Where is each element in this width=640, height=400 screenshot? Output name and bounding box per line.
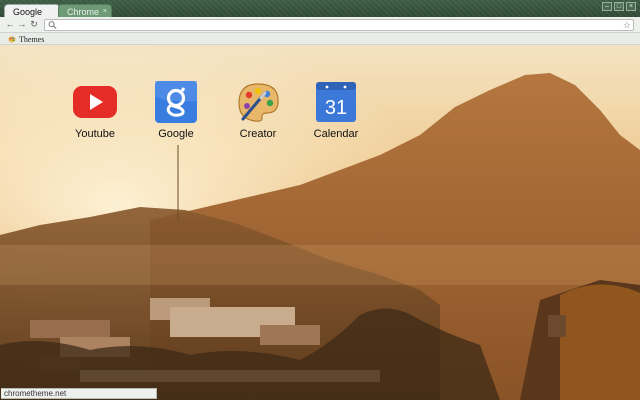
app-calendar[interactable]: 31 Calendar (301, 79, 371, 140)
bookmark-star-icon[interactable]: ☆ (623, 19, 631, 31)
app-launcher: Youtube Google Creator 31 Calendar (0, 79, 640, 159)
tab-strip: Google Chrome × – □ × (0, 0, 640, 18)
creator-palette-icon (238, 83, 279, 122)
minimize-button[interactable]: – (602, 2, 612, 11)
bookmark-themes[interactable]: Themes (8, 33, 44, 45)
tab-label: Google (13, 7, 43, 17)
google-icon (155, 81, 197, 123)
window-controls: – □ × (602, 2, 636, 11)
app-label: Youtube (75, 128, 115, 140)
bookmarks-bar: Themes (0, 33, 640, 45)
calendar-day-number: 31 (325, 97, 347, 119)
search-icon (48, 21, 57, 29)
back-button[interactable]: ← (4, 18, 16, 31)
app-youtube[interactable]: Youtube (60, 79, 130, 140)
bookmark-label: Themes (19, 34, 45, 44)
calendar-icon: 31 (316, 82, 356, 122)
youtube-icon (73, 86, 117, 118)
reload-button[interactable]: ↻ (28, 18, 40, 31)
toolbar: ← → ↻ ☆ (0, 17, 640, 33)
new-tab-page: Youtube Google Creator 31 Calendar (0, 45, 640, 400)
status-bar: chrometheme.net (1, 388, 157, 399)
app-creator[interactable]: Creator (223, 79, 293, 140)
tab-label: Chrome (67, 7, 100, 17)
app-label: Calendar (313, 128, 359, 140)
forward-button[interactable]: → (16, 18, 28, 31)
app-google[interactable]: Google (141, 79, 211, 140)
app-label: Creator (239, 128, 277, 140)
maximize-button[interactable]: □ (614, 2, 624, 11)
app-label: Google (158, 128, 194, 140)
tab-chrome[interactable]: Chrome × (58, 4, 112, 18)
paint-palette-icon (8, 36, 16, 43)
tab-google[interactable]: Google (4, 4, 60, 18)
close-button[interactable]: × (626, 2, 636, 11)
address-bar[interactable]: ☆ (44, 19, 634, 31)
